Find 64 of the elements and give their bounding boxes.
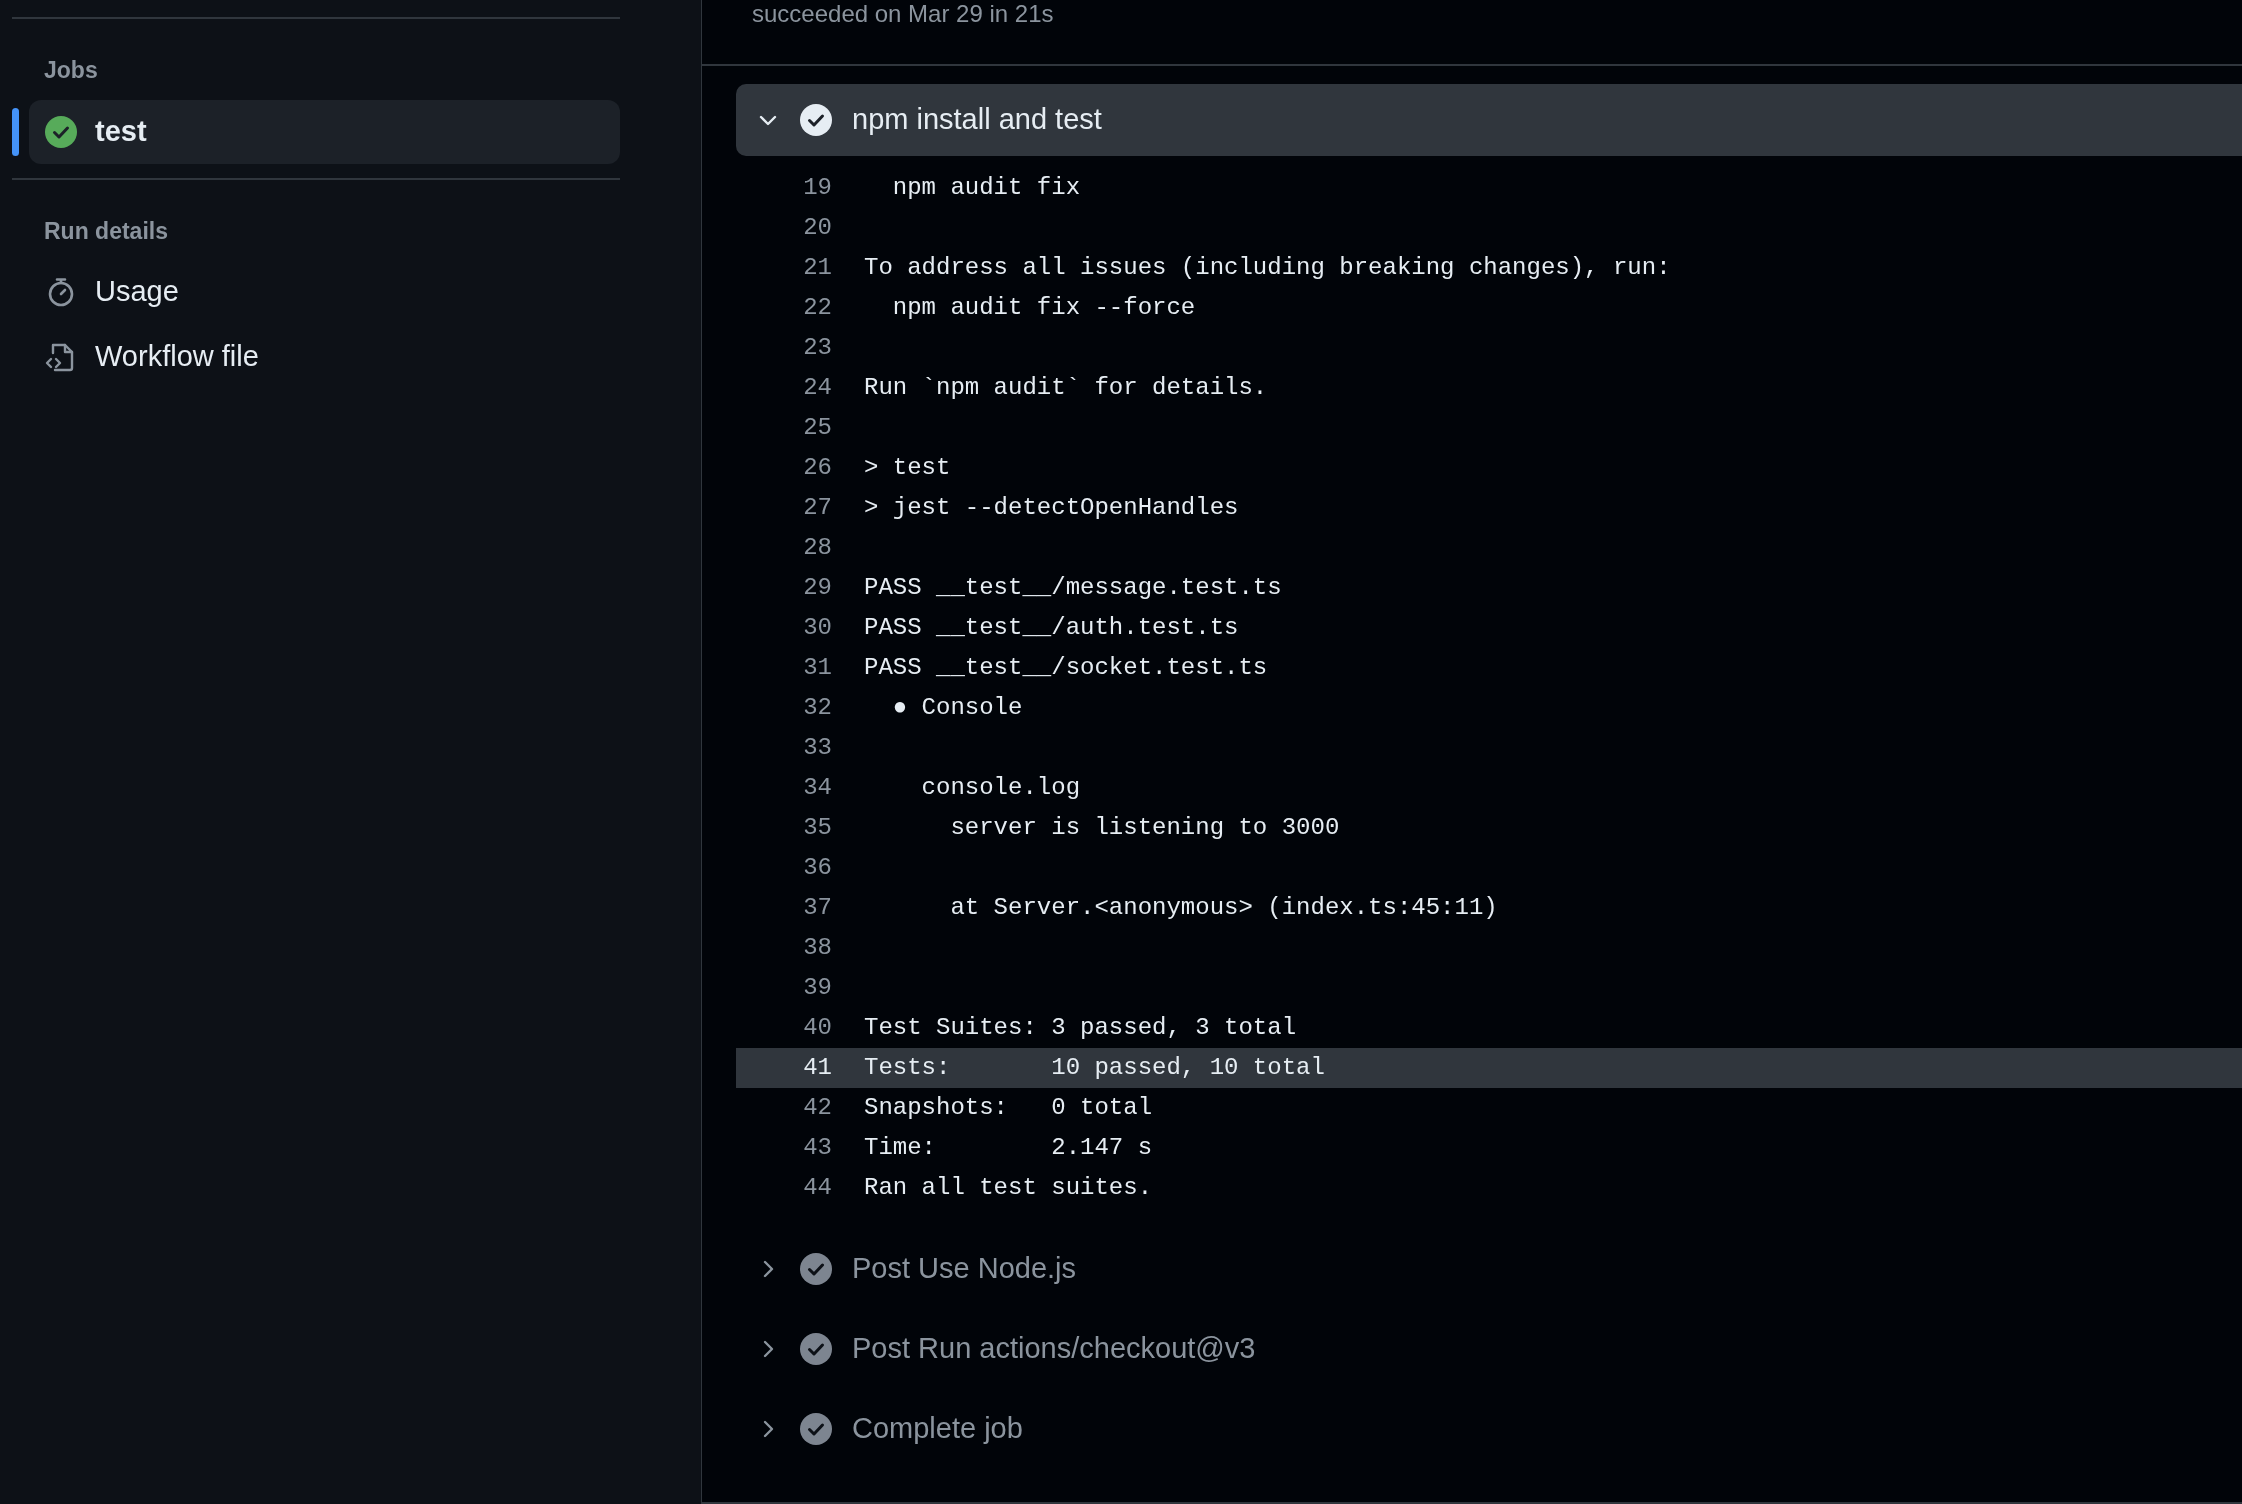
line-number: 39 — [802, 973, 832, 1003]
section-heading: Jobs — [44, 56, 99, 85]
sidebar-item[interactable]: Workflow file — [29, 325, 620, 389]
step-header[interactable]: Post Run actions/checkout@v3 — [736, 1309, 2242, 1389]
line-number: 36 — [802, 853, 832, 883]
line-number: 28 — [802, 533, 832, 563]
line-number: 22 — [802, 293, 832, 323]
line-number: 37 — [802, 893, 832, 923]
log-text: Run `npm audit` for details. — [864, 373, 1268, 403]
job-status-text: succeeded on Mar 29 in 21s — [752, 0, 1055, 29]
section-heading: Run details — [44, 216, 169, 246]
line-number: 34 — [802, 773, 832, 803]
sidebar-item[interactable]: test — [29, 99, 620, 164]
line-number: 23 — [802, 333, 832, 363]
step-header[interactable]: Complete job — [736, 1389, 2242, 1469]
line-number: 30 — [802, 613, 832, 643]
line-number: 20 — [802, 213, 832, 243]
line-number: 44 — [802, 1173, 832, 1203]
line-number: 19 — [802, 173, 832, 203]
line-number: 42 — [802, 1093, 832, 1123]
line-number: 25 — [802, 413, 832, 443]
line-number: 24 — [802, 373, 832, 403]
log-text: ● Console — [891, 693, 1023, 723]
check-circle-icon — [800, 1333, 832, 1365]
line-number: 31 — [802, 653, 832, 683]
line-number: 40 — [802, 1013, 832, 1043]
step-name: Complete job — [852, 1411, 1023, 1447]
log-text: Snapshots: 0 total — [864, 1093, 1153, 1123]
log-text: > jest --detectOpenHandles — [864, 493, 1239, 523]
line-number: 33 — [802, 733, 832, 763]
log-text: > test — [864, 453, 951, 483]
line-number: 27 — [802, 493, 832, 523]
log-text: npm audit fix — [891, 173, 1081, 203]
log-text: server is listening to 3000 — [949, 813, 1340, 843]
log-text: Ran all test suites. — [864, 1173, 1153, 1203]
log-text: npm audit fix --force — [891, 293, 1196, 323]
step-name: Post Run actions/checkout@v3 — [852, 1331, 1256, 1367]
line-number: 32 — [802, 693, 832, 723]
sidebar-item[interactable]: Usage — [29, 260, 620, 324]
line-number: 26 — [802, 453, 832, 483]
step-name: Post Use Node.js — [852, 1251, 1077, 1287]
check-circle-icon — [45, 115, 77, 148]
step-header[interactable]: npm install and test — [736, 84, 2242, 156]
log-text: PASS __test__/socket.test.ts — [864, 653, 1268, 683]
line-number: 35 — [802, 813, 832, 843]
line-number: 41 — [802, 1053, 832, 1083]
log-text: To address all issues (including breaking changes), run: — [864, 253, 1671, 283]
step-header[interactable]: Post Use Node.js — [736, 1229, 2242, 1309]
log-text: console.log — [920, 773, 1081, 803]
log-text: PASS __test__/message.test.ts — [864, 573, 1282, 603]
step-name: npm install and test — [852, 102, 1102, 138]
log-text: at Server.<anonymous> (index.ts:45:11) — [949, 893, 1498, 923]
log-text: PASS __test__/auth.test.ts — [864, 613, 1239, 643]
line-number: 21 — [802, 253, 832, 283]
selection-indicator — [12, 107, 19, 156]
check-circle-icon — [800, 104, 832, 136]
check-circle-icon — [800, 1413, 832, 1445]
line-number: 29 — [802, 573, 832, 603]
log-text: Test Suites: 3 passed, 3 total — [864, 1013, 1297, 1043]
check-circle-icon — [800, 1253, 832, 1285]
line-number: 43 — [802, 1133, 832, 1163]
log-text: Tests: 10 passed, 10 total — [864, 1053, 1325, 1083]
log-text: Time: 2.147 s — [864, 1133, 1153, 1163]
line-number: 38 — [802, 933, 832, 963]
